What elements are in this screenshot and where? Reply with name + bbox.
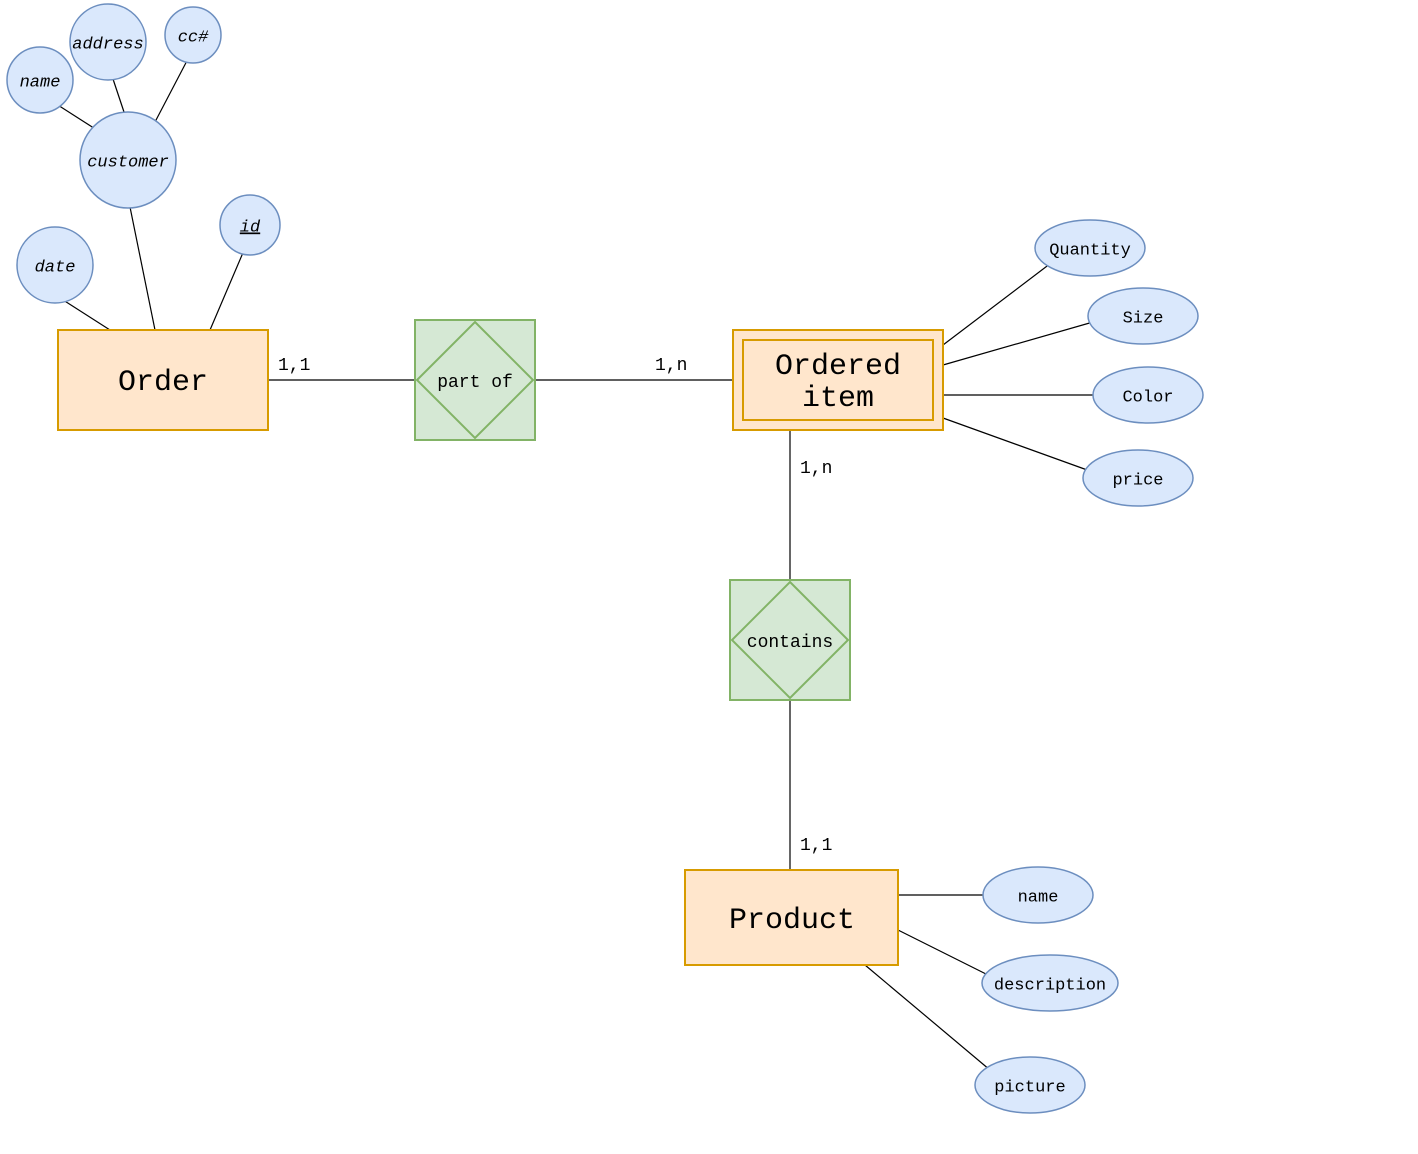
edge-product-description: [898, 930, 988, 975]
attr-id: id: [220, 195, 280, 255]
edge-order-customer: [130, 207, 155, 330]
svg-text:name: name: [20, 73, 61, 92]
attr-price: price: [1083, 450, 1193, 506]
attr-customer: customer: [80, 112, 176, 208]
edge-order-date: [60, 298, 110, 330]
svg-text:name: name: [1018, 888, 1059, 907]
edges: [50, 55, 1100, 1070]
card-order-partof: 1,1: [278, 356, 310, 376]
attr-color: Color: [1093, 367, 1203, 423]
svg-text:Size: Size: [1123, 309, 1164, 328]
edge-oi-price: [943, 418, 1090, 471]
edge-order-id: [210, 248, 245, 330]
relationship-part-of: part of: [415, 320, 535, 440]
entity-product: Product: [685, 870, 898, 965]
svg-text:Quantity: Quantity: [1049, 241, 1131, 260]
relationship-contains-label: contains: [747, 633, 833, 653]
relationship-contains: contains: [730, 580, 850, 700]
entity-ordered-item-label-1: Ordered: [775, 350, 901, 384]
svg-text:customer: customer: [87, 153, 169, 172]
attr-description: description: [982, 955, 1118, 1011]
entity-ordered-item: Ordered item: [733, 330, 943, 430]
svg-text:description: description: [994, 976, 1106, 995]
svg-text:price: price: [1112, 471, 1163, 490]
card-ordered-contains: 1,n: [800, 459, 832, 479]
svg-text:picture: picture: [994, 1078, 1065, 1097]
attr-ccnum: cc#: [165, 7, 221, 63]
edge-product-picture: [865, 965, 990, 1070]
entity-order: Order: [58, 330, 268, 430]
entity-ordered-item-label-2: item: [802, 382, 874, 416]
svg-text:id: id: [240, 218, 261, 237]
card-partof-ordered: 1,n: [655, 356, 687, 376]
er-diagram: 1,1 1,n 1,n 1,1 Order Ordered item Produ…: [0, 0, 1418, 1154]
edge-oi-quantity: [943, 260, 1055, 345]
svg-text:cc#: cc#: [178, 28, 209, 47]
attr-quantity: Quantity: [1035, 220, 1145, 276]
edge-customer-cc: [155, 55, 190, 122]
card-contains-product: 1,1: [800, 836, 832, 856]
entity-order-label: Order: [118, 366, 208, 400]
attr-prod-name: name: [983, 867, 1093, 923]
svg-text:date: date: [35, 258, 76, 277]
attr-picture: picture: [975, 1057, 1085, 1113]
attr-name: name: [7, 47, 73, 113]
svg-text:Color: Color: [1122, 388, 1173, 407]
attr-date: date: [17, 227, 93, 303]
svg-text:address: address: [72, 35, 143, 54]
relationship-part-of-label: part of: [437, 373, 513, 393]
attr-address: address: [70, 4, 146, 80]
entity-product-label: Product: [729, 904, 855, 938]
attr-size: Size: [1088, 288, 1198, 344]
